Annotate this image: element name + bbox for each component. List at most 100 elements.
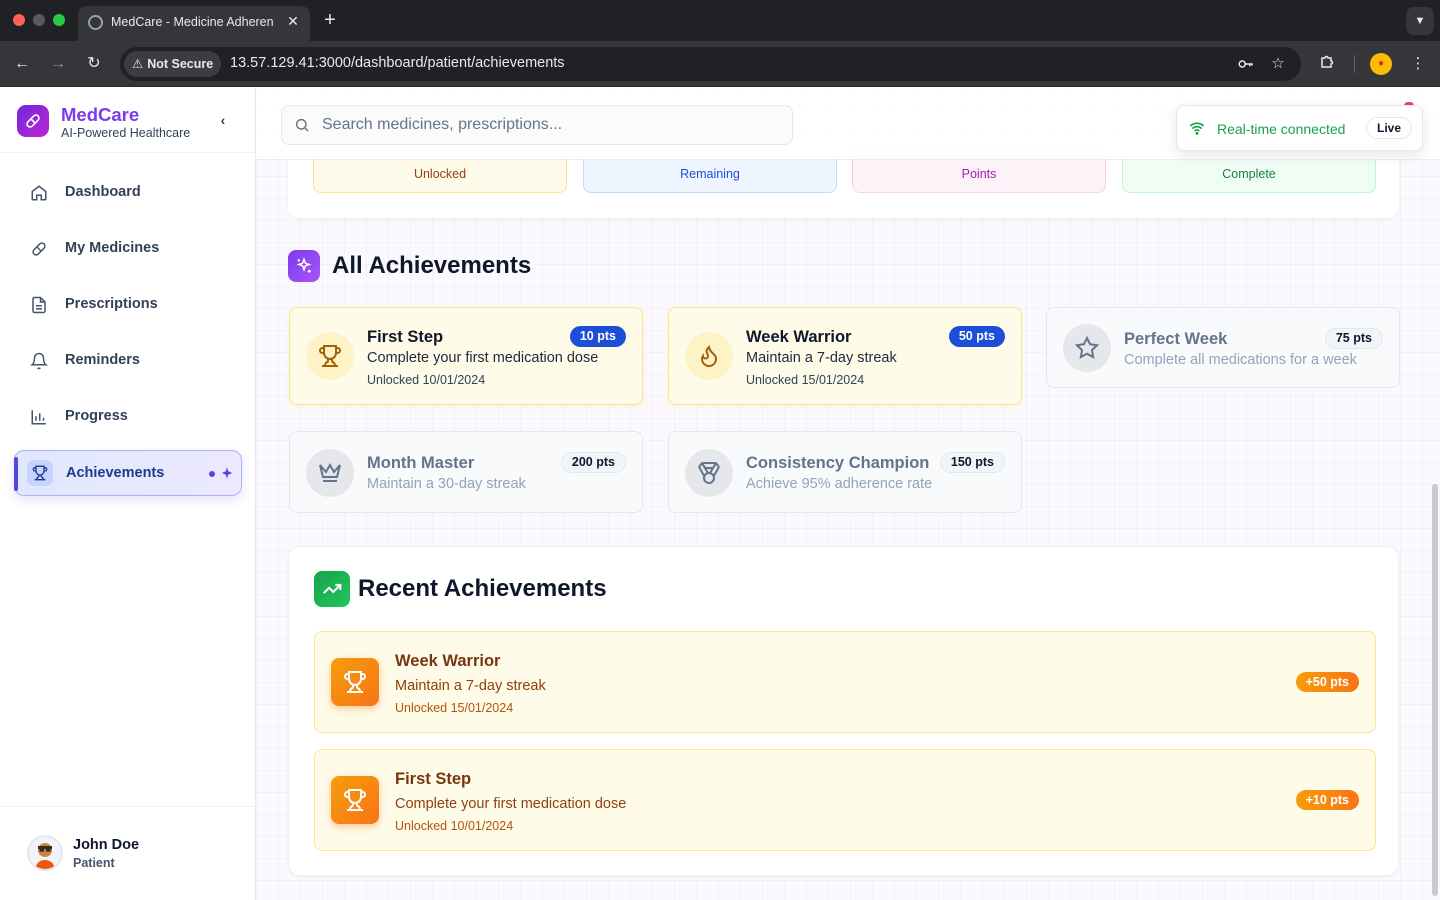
profile-avatar-icon[interactable]: ● [1370,53,1392,75]
points-badge: 200 pts [560,452,626,473]
extensions-puzzle-icon[interactable] [1316,52,1340,76]
search-input[interactable] [322,114,782,136]
bookmark-star-icon[interactable]: ☆ [1268,55,1288,73]
points-badge: 50 pts [948,326,1005,347]
bell-icon [29,352,49,370]
stat-label: Complete [1222,167,1276,181]
main-scrollbar[interactable] [1432,484,1438,896]
trophy-icon [306,332,354,380]
sidebar-item-label: Dashboard [65,184,141,200]
stat-label: Points [961,167,997,181]
points-badge: 75 pts [1324,328,1383,349]
brand-header: MedCare AI-Powered Healthcare ‹ [0,88,255,153]
password-key-icon[interactable] [1236,55,1256,73]
search-icon [294,117,310,133]
live-badge: Live [1366,117,1413,139]
url-text[interactable]: 13.57.129.41:3000/dashboard/patient/achi… [230,55,565,71]
achievement-title: Week Warrior [746,328,852,346]
collapse-sidebar-chevron-icon[interactable]: ‹ [213,110,233,130]
recent-achievements-card: Recent Achievements Week Warrior Maintai… [288,546,1399,876]
recent-achievement-date: Unlocked 15/01/2024 [395,701,514,715]
sparkle-icon [220,466,234,480]
recent-achievement-title: First Step [395,770,472,788]
search-box[interactable] [281,105,793,145]
crown-icon [306,449,354,497]
reload-icon[interactable]: ↻ [82,52,106,76]
main-content: Unlocked Remaining Points Complete Real-… [256,88,1440,900]
sidebar-item-achievements[interactable]: Achievements [14,450,242,496]
sidebar-item-reminders[interactable]: Reminders [14,338,242,384]
achievement-date: Unlocked 15/01/2024 [746,373,865,387]
document-icon [30,296,48,314]
achievement-card-month-master[interactable]: Month Master Maintain a 30-day streak 20… [289,431,643,513]
realtime-status-toast: Real-time connected Live [1176,105,1423,151]
brand-name[interactable]: MedCare [61,104,139,126]
browser-toolbar: ← → ↻ ⚠ Not Secure 13.57.129.41:3000/dash… [0,41,1440,87]
achievement-card-perfect-week[interactable]: Perfect Week Complete all medications fo… [1046,307,1400,388]
trophy-icon [331,658,379,706]
tab-close-icon[interactable]: ✕ [284,12,302,30]
trophy-icon [331,776,379,824]
browser-tab-bar: MedCare - Medicine Adheren ✕ + ▼ [0,0,1440,41]
window-minimize-button[interactable] [33,14,45,26]
recent-achievement-item[interactable]: First Step Complete your first medicatio… [314,749,1376,851]
active-indicator-dot [209,471,215,477]
security-label: Not Secure [147,57,214,71]
section-title: Recent Achievements [358,575,607,602]
forward-arrow-icon[interactable]: → [46,52,70,76]
tab-title: MedCare - Medicine Adheren [111,15,274,29]
top-bar: Real-time connected Live [256,88,1440,160]
warning-icon: ⚠ [132,57,144,71]
sidebar-item-dashboard[interactable]: Dashboard [14,170,242,216]
sparkles-icon [288,250,320,282]
recent-achievement-date: Unlocked 10/01/2024 [395,819,514,833]
achievement-description: Achieve 95% adherence rate [746,476,933,492]
user-name: John Doe [73,837,140,853]
points-badge: +50 pts [1295,672,1359,692]
sidebar-item-progress[interactable]: Progress [14,394,242,440]
sidebar-item-my-medicines[interactable]: My Medicines [14,226,242,272]
recent-achievement-description: Maintain a 7-day streak [395,678,546,694]
sidebar-item-label: My Medicines [65,240,160,256]
points-badge: 150 pts [939,452,1005,473]
realtime-status-text: Real-time connected [1217,121,1346,137]
stat-label: Remaining [680,167,740,181]
sidebar-item-label: Progress [65,408,128,424]
section-title: All Achievements [332,252,532,279]
sidebar-item-prescriptions[interactable]: Prescriptions [14,282,242,328]
sidebar: MedCare AI-Powered Healthcare ‹ Dashboar… [0,88,256,900]
window-maximize-button[interactable] [53,14,65,26]
back-arrow-icon[interactable]: ← [10,52,34,76]
achievement-date: Unlocked 10/01/2024 [367,373,486,387]
points-badge: +10 pts [1295,790,1359,810]
recent-achievements-header: Recent Achievements [314,571,607,607]
recent-achievement-item[interactable]: Week Warrior Maintain a 7-day streak Unl… [314,631,1376,733]
achievement-title: Month Master [367,454,475,472]
pill-logo-icon [17,105,49,137]
stat-label: Unlocked [413,167,467,181]
sidebar-item-label: Reminders [65,352,140,368]
achievement-card-week-warrior[interactable]: Week Warrior Maintain a 7-day streak Unl… [668,307,1022,405]
address-bar[interactable]: ⚠ Not Secure 13.57.129.41:3000/dashboard/… [120,47,1301,81]
avatar [27,835,63,871]
security-chip[interactable]: ⚠ Not Secure [124,51,222,77]
recent-achievement-description: Complete your first medication dose [395,796,627,812]
achievement-title: Consistency Champion [746,454,930,472]
achievement-description: Maintain a 7-day streak [746,350,897,366]
new-tab-button[interactable]: + [320,8,340,32]
user-profile[interactable]: John Doe Patient [0,806,255,900]
kebab-menu-icon[interactable]: ⋮ [1406,52,1430,76]
window-close-button[interactable] [13,14,25,26]
achievement-description: Complete all medications for a week [1124,352,1357,368]
medal-icon [685,449,733,497]
sidebar-item-label: Achievements [66,465,165,481]
tab-search-chevron-icon[interactable]: ▼ [1406,7,1434,35]
sidebar-item-label: Prescriptions [65,296,158,312]
achievement-card-first-step[interactable]: First Step Complete your first medicatio… [289,307,643,405]
all-achievements-header: All Achievements [288,250,531,282]
achievement-card-consistency-champion[interactable]: Consistency Champion Achieve 95% adheren… [668,431,1022,513]
globe-icon [88,15,103,30]
trophy-icon [27,460,53,486]
points-badge: 10 pts [569,326,626,347]
browser-tab[interactable]: MedCare - Medicine Adheren ✕ [78,6,310,41]
